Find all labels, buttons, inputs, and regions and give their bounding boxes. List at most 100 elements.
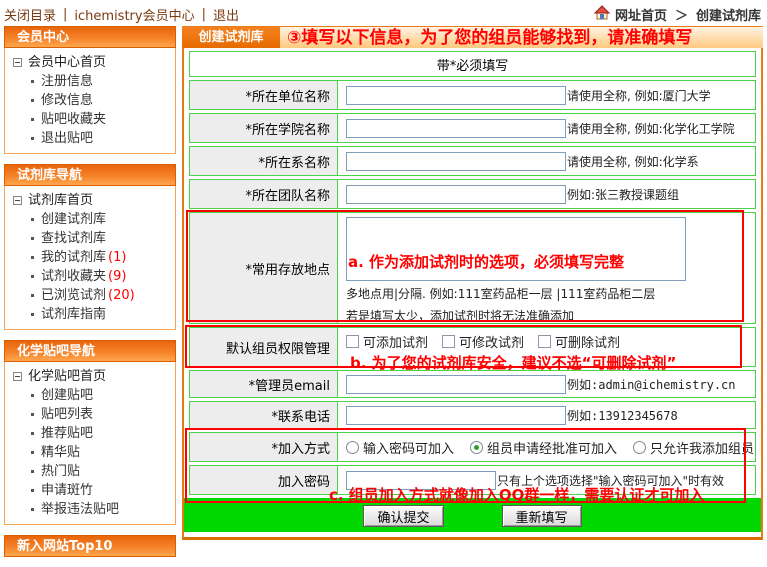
confirm-submit-button[interactable]: 确认提交 [363,505,443,527]
sidebar-item-register-info[interactable]: 注册信息 [5,72,173,91]
annotation-b: b. 为了您的试剂库安全，建议不选“可删除试剂” [350,352,755,373]
top-bar: 关闭目录 ichemistry会员中心退出 网址首页 ＞ 创建试剂库 [0,0,767,26]
home-icon [594,5,610,24]
storage-location-label: *常用存放地点 [190,213,338,323]
logout-link[interactable]: 退出 [213,5,239,24]
storage-note-1: 多地点用|分隔. 例如:111室药品柜一层 |111室药品柜二层 [346,286,755,302]
breadcrumb-separator: ＞ [675,5,688,24]
annotation-c: c. 组员加入方式就像加入QQ群一样，需要认证才可加入 [329,484,704,505]
sidebar-item-reagent-guide[interactable]: 试剂库指南 [5,305,173,324]
join-by-approval-radio[interactable] [470,441,483,454]
college-name-label: *所在学院名称 [190,114,338,142]
section-title-top10: 新入网站Top10 [4,535,176,557]
bullet-icon [31,451,34,454]
join-by-approval-option[interactable]: 组员申请经批准可加入 [470,438,617,457]
join-owner-only-option[interactable]: 只允许我添加组员 [633,438,754,457]
bullet-icon [31,394,34,397]
college-name-input[interactable] [346,119,566,138]
sidebar-item-my-reagent-lib[interactable]: 我的试剂库(1) [5,248,173,267]
section-title-member: 会员中心 [4,26,176,48]
perm-add-option[interactable]: 可添加试剂 [346,332,428,351]
contact-phone-label: *联系电话 [190,402,338,428]
contact-phone-input[interactable] [346,406,566,425]
unit-name-row: *所在单位名称 请使用全称, 例如:厦门大学 [189,80,756,110]
sidebar-section-member: 会员中心 会员中心首页 注册信息 修改信息 贴吧收藏夹 退出贴吧 [4,26,176,154]
join-owner-only-radio[interactable] [633,441,646,454]
bullet-icon [31,413,34,416]
contact-phone-row: *联系电话 例如:13912345678 [189,401,756,429]
collapse-icon[interactable] [13,196,22,205]
collapse-icon[interactable] [13,372,22,381]
sidebar-item-forum-favorites[interactable]: 贴吧收藏夹 [5,110,173,129]
bullet-icon [31,80,34,83]
join-by-password-option[interactable]: 输入密码可加入 [346,438,454,457]
admin-email-input[interactable] [346,375,566,394]
perm-delete-checkbox[interactable] [538,335,551,348]
join-method-row: *加入方式 输入密码可加入 组员申请经批准可加入 只允许我添加组员 [189,432,756,462]
department-name-label: *所在系名称 [190,147,338,175]
storage-note-2: 若是填写太少，添加试剂时将无法准确添加 [346,308,755,324]
required-note-row: 带*必须填写 [189,51,756,77]
breadcrumb-current: 创建试剂库 [696,5,761,24]
sidebar-item-exit-forum[interactable]: 退出贴吧 [5,129,173,148]
breadcrumb-home-link[interactable]: 网址首页 [615,5,667,24]
sidebar-item-reagent-home[interactable]: 试剂库首页 [5,191,173,210]
count-badge: (9) [108,267,126,286]
bullet-icon [31,137,34,140]
collapse-icon[interactable] [13,58,22,67]
create-reagent-form: 带*必须填写 *所在单位名称 请使用全称, 例如:厦门大学 *所在学院名称 请使… [182,48,763,540]
storage-annotated-block: *常用存放地点 a. 作为添加试剂时的选项，必须填写完整 多地点用|分隔. 例如… [189,212,756,324]
bullet-icon [31,313,34,316]
storage-location-textarea[interactable] [346,217,686,281]
step-instruction: ③填写以下信息，为了您的组员能够找到，请准确填写 [280,27,692,48]
join-method-label: *加入方式 [190,433,338,461]
count-badge: (20) [108,286,135,305]
unit-name-input[interactable] [346,86,566,105]
bullet-icon [31,256,34,259]
storage-location-row: *常用存放地点 a. 作为添加试剂时的选项，必须填写完整 多地点用|分隔. 例如… [189,212,756,324]
sidebar-section-top10: 新入网站Top10 [4,535,176,557]
sidebar-item-viewed-reagents[interactable]: 已浏览试剂(20) [5,286,173,305]
bullet-icon [31,99,34,102]
sidebar-item-create-forum[interactable]: 创建贴吧 [5,386,173,405]
bullet-icon [31,432,34,435]
sidebar-item-forum-list[interactable]: 贴吧列表 [5,405,173,424]
close-directory-link[interactable]: 关闭目录 [4,5,56,24]
sidebar-item-recommended-forums[interactable]: 推荐贴吧 [5,424,173,443]
bullet-icon [31,275,34,278]
sidebar-item-reagent-favorites[interactable]: 试剂收藏夹(9) [5,267,173,286]
join-annotated-block: *加入方式 输入密码可加入 组员申请经批准可加入 只允许我添加组员 加入密码 只… [189,432,756,495]
sidebar-item-report-illegal[interactable]: 举报违法贴吧 [5,500,173,519]
perm-edit-checkbox[interactable] [442,335,455,348]
bullet-icon [31,237,34,240]
admin-email-label: *管理员email [190,371,338,397]
unit-name-hint: 请使用全称, 例如:厦门大学 [567,87,711,104]
sidebar-item-apply-moderator[interactable]: 申请斑竹 [5,481,173,500]
member-center-link[interactable]: ichemistry会员中心 [74,5,194,24]
perm-edit-option[interactable]: 可修改试剂 [442,332,524,351]
sidebar-item-member-home[interactable]: 会员中心首页 [5,53,173,72]
divider [63,7,67,22]
perm-delete-option[interactable]: 可删除试剂 [538,332,620,351]
sidebar-item-hot-posts[interactable]: 热门贴 [5,462,173,481]
reset-form-button[interactable]: 重新填写 [502,505,582,527]
team-name-row: *所在团队名称 例如:张三教授课题组 [189,179,756,209]
sidebar-item-edit-info[interactable]: 修改信息 [5,91,173,110]
page-title-tab: 创建试剂库 [182,27,280,48]
bullet-icon [31,470,34,473]
sidebar-item-find-reagent-lib[interactable]: 查找试剂库 [5,229,173,248]
sidebar-item-featured-posts[interactable]: 精华贴 [5,443,173,462]
unit-name-label: *所在单位名称 [190,81,338,109]
permissions-row: 默认组员权限管理 可添加试剂 可修改试剂 可删除试剂 b. 为了您的试剂库安全，… [189,327,756,367]
admin-email-hint: 例如:admin@ichemistry.cn [567,376,736,393]
team-name-input[interactable] [346,185,566,204]
join-by-password-radio[interactable] [346,441,359,454]
bullet-icon [31,489,34,492]
department-name-input[interactable] [346,152,566,171]
perm-add-checkbox[interactable] [346,335,359,348]
join-password-label: 加入密码 [190,466,338,494]
section-title-forum: 化学贴吧导航 [4,340,176,362]
sidebar-item-forum-home[interactable]: 化学贴吧首页 [5,367,173,386]
sidebar-item-create-reagent-lib[interactable]: 创建试剂库 [5,210,173,229]
bullet-icon [31,294,34,297]
